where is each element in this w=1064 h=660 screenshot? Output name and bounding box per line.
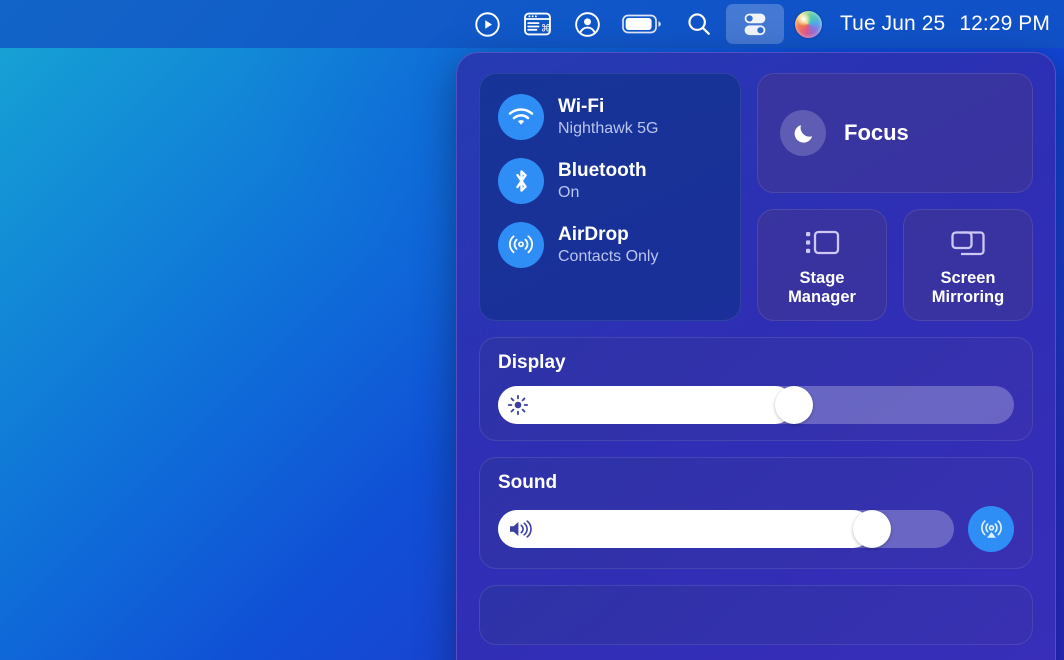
siri-icon[interactable] xyxy=(786,11,830,38)
stage-manager-icon xyxy=(802,228,842,263)
sound-volume-slider[interactable] xyxy=(498,510,954,548)
sound-card: Sound xyxy=(479,457,1033,569)
airplay-audio-icon[interactable] xyxy=(968,506,1014,552)
battery-icon[interactable] xyxy=(614,4,672,44)
now-playing-icon[interactable] xyxy=(464,4,510,44)
bluetooth-title: Bluetooth xyxy=(558,160,647,181)
airdrop-icon xyxy=(498,222,544,268)
airdrop-status: Contacts Only xyxy=(558,248,658,266)
wifi-status: Nighthawk 5G xyxy=(558,120,659,138)
focus-control[interactable]: Focus xyxy=(757,73,1033,193)
display-title: Display xyxy=(498,352,1014,374)
svg-text:⌘: ⌘ xyxy=(540,23,550,34)
display-card: Display xyxy=(479,337,1033,441)
connectivity-card: Wi-Fi Nighthawk 5G Bluetooth On xyxy=(479,73,741,321)
control-center-panel: Wi-Fi Nighthawk 5G Bluetooth On xyxy=(456,52,1056,660)
sound-slider-thumb[interactable] xyxy=(853,510,891,548)
focus-label: Focus xyxy=(844,120,909,146)
display-slider-fill xyxy=(498,386,794,424)
search-icon[interactable] xyxy=(676,4,722,44)
brightness-icon xyxy=(507,394,529,416)
user-account-icon[interactable] xyxy=(564,4,610,44)
airdrop-text: AirDrop Contacts Only xyxy=(558,224,658,265)
stage-manager-label: Stage Manager xyxy=(788,269,856,306)
stage-manager-tile[interactable]: Stage Manager xyxy=(757,209,887,321)
right-column: Focus Stage Manager xyxy=(757,73,1033,321)
menu-bar-time: 12:29 PM xyxy=(959,12,1050,36)
display-slider-wrap xyxy=(498,386,1014,424)
control-center-icon[interactable] xyxy=(726,4,784,44)
sound-slider-fill xyxy=(498,510,872,548)
wifi-icon xyxy=(498,94,544,140)
wifi-text: Wi-Fi Nighthawk 5G xyxy=(558,96,659,137)
volume-icon xyxy=(507,518,533,540)
tiles-row: Stage Manager Screen Mirroring xyxy=(757,209,1033,321)
airdrop-control[interactable]: AirDrop Contacts Only xyxy=(498,222,722,268)
screen-mirroring-icon xyxy=(949,228,987,263)
menu-bar-date: Tue Jun 25 xyxy=(840,12,945,36)
screen-mirroring-tile[interactable]: Screen Mirroring xyxy=(903,209,1033,321)
siri-orb xyxy=(795,11,822,38)
shortcuts-icon[interactable]: ⌘ xyxy=(514,4,560,44)
display-brightness-slider[interactable] xyxy=(498,386,1014,424)
bluetooth-control[interactable]: Bluetooth On xyxy=(498,158,722,204)
desktop-screen: ⌘ xyxy=(0,0,1064,660)
moon-icon xyxy=(780,110,826,156)
wifi-title: Wi-Fi xyxy=(558,96,659,117)
partial-card xyxy=(479,585,1033,645)
screen-mirroring-label: Screen Mirroring xyxy=(932,269,1004,306)
bluetooth-status: On xyxy=(558,184,647,202)
menu-bar-clock[interactable]: Tue Jun 25 12:29 PM xyxy=(840,12,1050,36)
bluetooth-icon xyxy=(498,158,544,204)
airdrop-title: AirDrop xyxy=(558,224,658,245)
control-center-top-row: Wi-Fi Nighthawk 5G Bluetooth On xyxy=(479,73,1033,321)
menu-bar: ⌘ xyxy=(0,0,1064,48)
wifi-control[interactable]: Wi-Fi Nighthawk 5G xyxy=(498,94,722,140)
display-slider-thumb[interactable] xyxy=(775,386,813,424)
sound-title: Sound xyxy=(498,472,1014,494)
sound-slider-wrap xyxy=(498,506,1014,552)
bluetooth-text: Bluetooth On xyxy=(558,160,647,201)
